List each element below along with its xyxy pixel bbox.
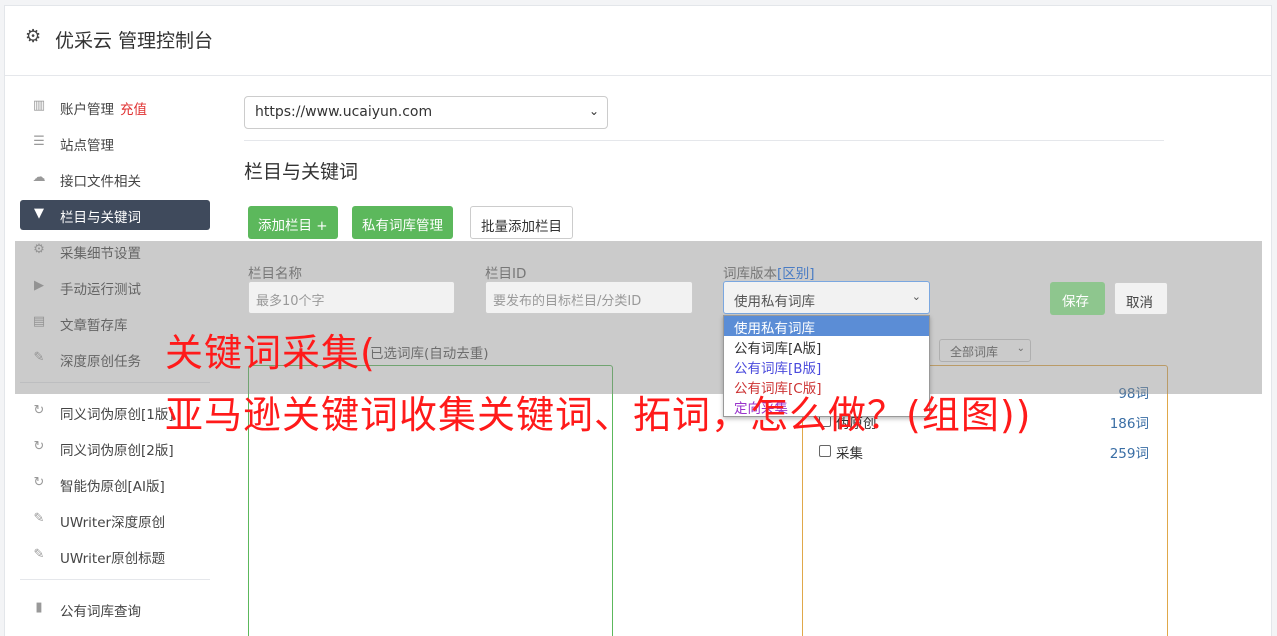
- private-lib-button[interactable]: 私有词库管理: [352, 206, 453, 239]
- server-icon: ☰: [33, 134, 45, 149]
- edit-icon: ✎: [33, 511, 45, 526]
- bar-chart-icon: ▥: [32, 98, 46, 113]
- sidebar-item-label: 站点管理: [60, 138, 114, 154]
- lib-count: 186词: [1109, 416, 1149, 432]
- column-id-input[interactable]: 要发布的目标栏目/分类ID: [485, 281, 693, 314]
- dropdown-option[interactable]: 公有词库[B版]: [724, 356, 929, 377]
- section-title: 栏目与关键词: [244, 161, 359, 183]
- lib-checkbox[interactable]: [819, 445, 831, 457]
- sidebar-item-public-lib[interactable]: ▮ 公有词库查询: [20, 594, 210, 624]
- book-icon: ▮: [35, 600, 43, 615]
- site-select-value: https://www.ucaiyun.com: [255, 104, 433, 120]
- refresh-icon: ↻: [33, 403, 45, 418]
- lib-version-text: 词库版本: [723, 266, 777, 282]
- column-id-label: 栏目ID: [485, 266, 527, 282]
- sidebar-item-sites[interactable]: ☰ 站点管理: [20, 128, 210, 158]
- lib-version-label: 词库版本[区别]: [723, 262, 815, 282]
- sidebar-item-uwriter-deep[interactable]: ✎ UWriter深度原创: [20, 505, 210, 535]
- filter-icon: ▼: [34, 206, 44, 221]
- lib-version-value: 使用私有词库: [734, 294, 815, 310]
- sidebar-item-label: UWriter深度原创: [60, 515, 166, 531]
- watermark-line-1: 关键词采集(: [165, 331, 376, 375]
- refresh-icon: ↻: [33, 475, 45, 490]
- dropdown-option[interactable]: 公有词库[A版]: [724, 336, 929, 357]
- sidebar-item-label: 接口文件相关: [60, 174, 141, 190]
- recharge-link[interactable]: 充值: [120, 102, 147, 118]
- column-name-label: 栏目名称: [248, 266, 302, 282]
- app-title: 优采云 管理控制台: [55, 30, 214, 52]
- sidebar-item-label: 同义词伪原创[1版]: [60, 407, 174, 423]
- save-button[interactable]: 保存: [1050, 282, 1105, 315]
- sidebar-item-account[interactable]: ▥ 账户管理 充值: [20, 92, 210, 122]
- lib-item[interactable]: 采集 259词: [819, 442, 1149, 462]
- gear-icon: ⚙: [25, 26, 42, 47]
- diff-link[interactable]: [区别]: [777, 266, 815, 282]
- lib-version-select[interactable]: 使用私有词库 ⌄: [723, 281, 930, 314]
- lib-name: 采集: [836, 446, 863, 462]
- sidebar-item-label: 智能伪原创[AI版]: [60, 479, 165, 495]
- sidebar-item-label: 栏目与关键词: [60, 210, 141, 226]
- sidebar-item-ai-rewrite[interactable]: ↻ 智能伪原创[AI版]: [20, 469, 210, 499]
- divider: [244, 140, 1164, 141]
- column-name-input[interactable]: 最多10个字: [248, 281, 455, 314]
- chevron-down-icon: ⌄: [588, 104, 599, 118]
- lib-count: 259词: [1109, 446, 1149, 462]
- sidebar-item-interface[interactable]: ☁ 接口文件相关: [20, 164, 210, 194]
- chevron-down-icon: ⌄: [911, 290, 921, 303]
- watermark-line-2: 亚马逊关键词收集关键词、拓词，怎么做？(组图)): [165, 393, 1032, 437]
- add-column-button[interactable]: 添加栏目 +: [248, 206, 338, 239]
- sidebar-divider: [20, 579, 210, 580]
- sidebar-item-label: 同义词伪原创[2版]: [60, 443, 174, 459]
- site-select[interactable]: https://www.ucaiyun.com ⌄: [244, 96, 608, 129]
- refresh-icon: ↻: [33, 439, 45, 454]
- edit-icon: ✎: [33, 547, 45, 562]
- batch-add-button[interactable]: 批量添加栏目: [470, 206, 573, 239]
- sidebar-item-columns-keywords[interactable]: ▼ 栏目与关键词: [20, 200, 210, 230]
- sidebar-item-uwriter-title[interactable]: ✎ UWriter原创标题: [20, 541, 210, 571]
- sidebar-item-label: 公有词库查询: [60, 604, 141, 620]
- cloud-upload-icon: ☁: [32, 170, 46, 185]
- sidebar-item-label: UWriter原创标题: [60, 551, 166, 567]
- header: ⚙ 优采云 管理控制台: [5, 6, 1271, 76]
- cancel-button[interactable]: 取消: [1114, 282, 1168, 315]
- dropdown-option[interactable]: 使用私有词库: [724, 316, 929, 337]
- sidebar-item-label: 账户管理: [60, 102, 114, 118]
